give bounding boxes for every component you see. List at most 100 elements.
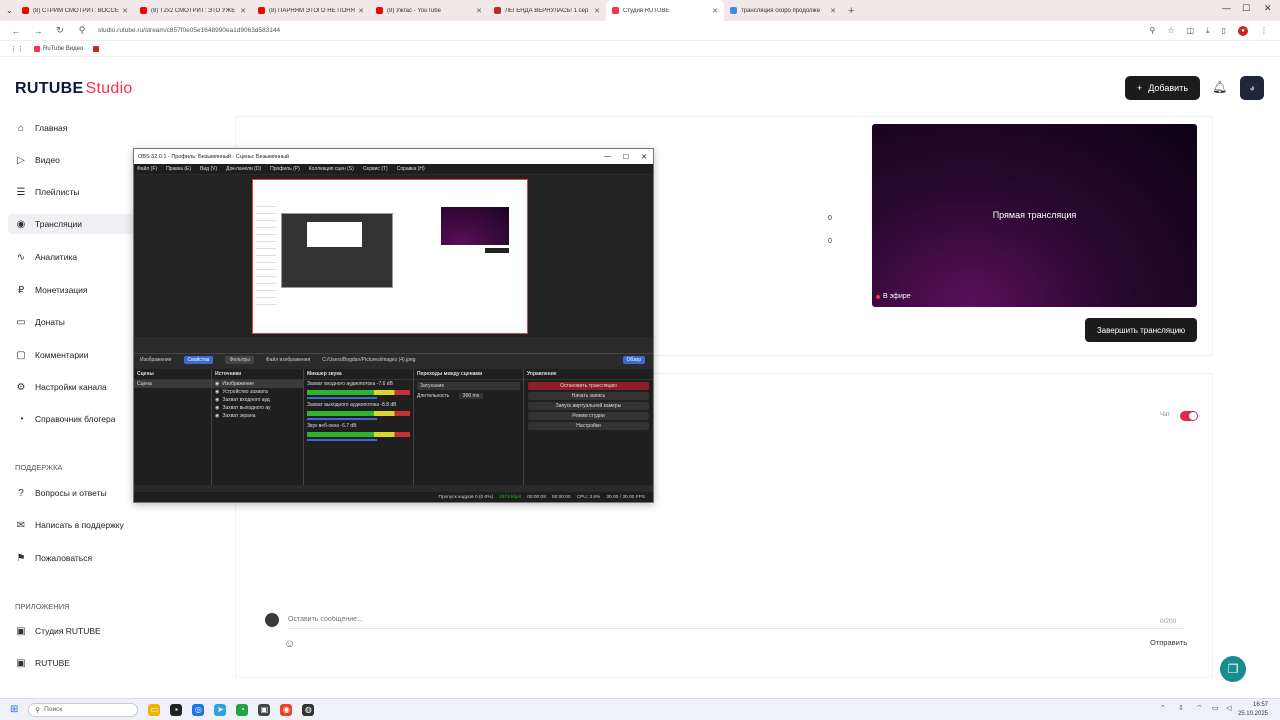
- send-message-button[interactable]: Отправить: [1150, 638, 1187, 647]
- app-item[interactable]: ▣ RUTUBE: [15, 653, 70, 673]
- close-tab-icon[interactable]: ✕: [830, 7, 836, 15]
- close-tab-icon[interactable]: ✕: [594, 7, 600, 15]
- obs-transition-select[interactable]: Затухание: [417, 382, 520, 390]
- obs-filters-button[interactable]: Фильтры: [225, 355, 254, 364]
- obs-control-button[interactable]: Режим студии: [528, 412, 649, 420]
- eye-icon[interactable]: ◉: [215, 389, 219, 395]
- new-tab-button[interactable]: +: [848, 5, 854, 17]
- rutube-studio-logo[interactable]: RUTUBE Studio: [15, 80, 133, 98]
- close-tab-icon[interactable]: ✕: [712, 7, 718, 15]
- obs-control-button[interactable]: Остановить трансляцию: [528, 382, 649, 390]
- obs-minimize-icon[interactable]: —: [604, 153, 611, 161]
- eye-icon[interactable]: ◉: [215, 413, 219, 419]
- maximize-icon[interactable]: ☐: [1242, 3, 1250, 14]
- obs-source-item[interactable]: ◉ Устройство захвата: [212, 388, 303, 396]
- obs-source-item[interactable]: ◉ Изображение: [212, 380, 303, 388]
- obs-menu-item[interactable]: Справка (H): [397, 166, 425, 172]
- browser-tab[interactable]: трансляция скоро продолже ✕: [724, 0, 842, 21]
- taskbar-clock[interactable]: 16:57 25.10.2025: [1238, 701, 1268, 719]
- taskbar-search[interactable]: ⚲ Поиск: [28, 702, 139, 717]
- bookmark-folder[interactable]: [93, 45, 102, 52]
- app-item[interactable]: ▣ Студия RUTUBE: [15, 621, 100, 641]
- emoji-icon[interactable]: ☺: [284, 638, 295, 650]
- obs-menu-item[interactable]: Коллекция сцен (S): [309, 166, 354, 172]
- bookmark-star-icon[interactable]: ☆: [1167, 26, 1174, 35]
- obs-title-bar[interactable]: OBS 32.0.1 - Профиль: Безымянный - Сцены…: [134, 149, 653, 164]
- browser-tab[interactable]: (8) СТРИМ СМОТРИТ: ВОССЕ ✕: [16, 0, 134, 21]
- bookmark-rutube[interactable]: RuTube Видео: [34, 45, 83, 52]
- sidebar-item[interactable]: ▢ Комментарии: [15, 345, 88, 365]
- back-icon[interactable]: ←: [10, 26, 22, 36]
- close-tab-icon[interactable]: ✕: [476, 7, 482, 15]
- volume-slider[interactable]: [307, 397, 377, 399]
- tray-icon[interactable]: ⇩: [1178, 704, 1184, 712]
- telegram-icon[interactable]: ➤: [214, 703, 227, 716]
- chat-toggle[interactable]: [1180, 411, 1198, 421]
- obs-source-item[interactable]: ◉ Захват выходного ау: [212, 404, 303, 412]
- obs-menu-item[interactable]: Сервис (T): [363, 166, 388, 172]
- sidebar-item[interactable]: ⌂ Главная: [15, 118, 67, 138]
- sidepanel-icon[interactable]: ▯: [1222, 26, 1226, 35]
- eye-icon[interactable]: ◉: [215, 405, 219, 411]
- browser-tab[interactable]: (8) Ужгас - YouTube ✕: [370, 0, 488, 21]
- obs-menu-item[interactable]: Файл (F): [137, 166, 157, 172]
- forward-icon[interactable]: →: [32, 26, 44, 36]
- terminal-icon[interactable]: ▪: [170, 703, 183, 716]
- sidebar-item[interactable]: ▭ Донаты: [15, 312, 65, 332]
- user-avatar[interactable]: ◕: [1240, 76, 1264, 100]
- browser-tab[interactable]: ЛЕГЕНДА ВЕРНУЛАСЬ! 1 сер ✕: [488, 0, 606, 21]
- obs-scene-item[interactable]: Сцена: [134, 380, 211, 388]
- bookmark-apps[interactable]: ⋮⋮: [10, 45, 24, 53]
- obs-close-icon[interactable]: ✕: [641, 153, 647, 161]
- browser-tab[interactable]: Студия RUTUBE ✕: [606, 0, 724, 21]
- obs-properties-button[interactable]: Свойства: [183, 355, 214, 364]
- minimize-icon[interactable]: —: [1222, 3, 1231, 13]
- volume-slider[interactable]: [307, 418, 377, 420]
- profile-icon[interactable]: ●: [1238, 25, 1248, 36]
- eye-icon[interactable]: ◉: [215, 397, 219, 403]
- tray-chevron-icon[interactable]: ⌃: [1160, 704, 1166, 712]
- site-info-icon[interactable]: ⚲: [76, 25, 88, 36]
- reload-icon[interactable]: ↻: [54, 25, 66, 36]
- whatsapp-icon[interactable]: ◔: [236, 703, 249, 716]
- close-tab-icon[interactable]: ✕: [358, 7, 364, 15]
- obs-screen-capture-source[interactable]: [252, 179, 528, 334]
- obs-menu-item[interactable]: Профиль (P): [270, 166, 300, 172]
- zoom-icon[interactable]: ⚲: [1149, 26, 1155, 35]
- eye-icon[interactable]: ◉: [215, 381, 219, 387]
- volume-slider[interactable]: [307, 439, 377, 441]
- tab-search-icon[interactable]: ⌄: [6, 6, 16, 15]
- sidebar-item[interactable]: ▷ Видео: [15, 150, 60, 170]
- support-item[interactable]: ? Вопросы и ответы: [15, 483, 106, 503]
- sidebar-item[interactable]: ☰ Плейлисты: [15, 182, 80, 202]
- volume-icon[interactable]: ◁: [1226, 704, 1231, 712]
- obs-window[interactable]: OBS 32.0.1 - Профиль: Безымянный - Сцены…: [133, 148, 654, 503]
- browser-icon[interactable]: ◎: [192, 703, 205, 716]
- sidebar-item[interactable]: ∿ Аналитика: [15, 247, 77, 267]
- notifications-bell-icon[interactable]: 🔔︎: [1212, 80, 1227, 94]
- obs-preview-canvas[interactable]: [134, 175, 653, 337]
- sidebar-item[interactable]: ⚙ Настройки канала: [15, 377, 107, 397]
- obs-source-item[interactable]: ◉ Захват входного ауд: [212, 396, 303, 404]
- end-stream-button[interactable]: Завершить трансляцию: [1085, 318, 1197, 342]
- obs-duration-field[interactable]: 300 ms: [458, 393, 484, 399]
- obs-menu-item[interactable]: Док-панели (D): [226, 166, 261, 172]
- obs-control-button[interactable]: Запуск виртуальной камеры: [528, 402, 649, 410]
- support-item[interactable]: ✉ Написать в поддержку: [15, 515, 124, 535]
- app-icon[interactable]: ▣: [258, 703, 271, 716]
- chrome-icon[interactable]: ◉: [280, 703, 293, 716]
- add-button[interactable]: + Добавить: [1125, 76, 1200, 100]
- network-icon[interactable]: ⌔: [1196, 704, 1203, 713]
- browser-tab[interactable]: (8) ПАРНЯМ ЭТОГО НЕ ПОНЯ ✕: [252, 0, 370, 21]
- obs-maximize-icon[interactable]: ☐: [623, 153, 629, 161]
- obs-control-button[interactable]: Настройки: [528, 422, 649, 430]
- close-tab-icon[interactable]: ✕: [240, 7, 246, 15]
- extensions-icon[interactable]: ◫: [1186, 26, 1194, 35]
- obs-browse-button[interactable]: Обзор: [622, 355, 645, 364]
- sidebar-item[interactable]: ◔ Справочник блогера: [15, 409, 116, 429]
- obs-menu-item[interactable]: Вид (V): [200, 166, 217, 172]
- display-icon[interactable]: ▭: [1212, 704, 1219, 712]
- close-window-icon[interactable]: ✕: [1264, 3, 1272, 14]
- chat-message-input[interactable]: [288, 616, 1148, 623]
- close-tab-icon[interactable]: ✕: [122, 7, 128, 15]
